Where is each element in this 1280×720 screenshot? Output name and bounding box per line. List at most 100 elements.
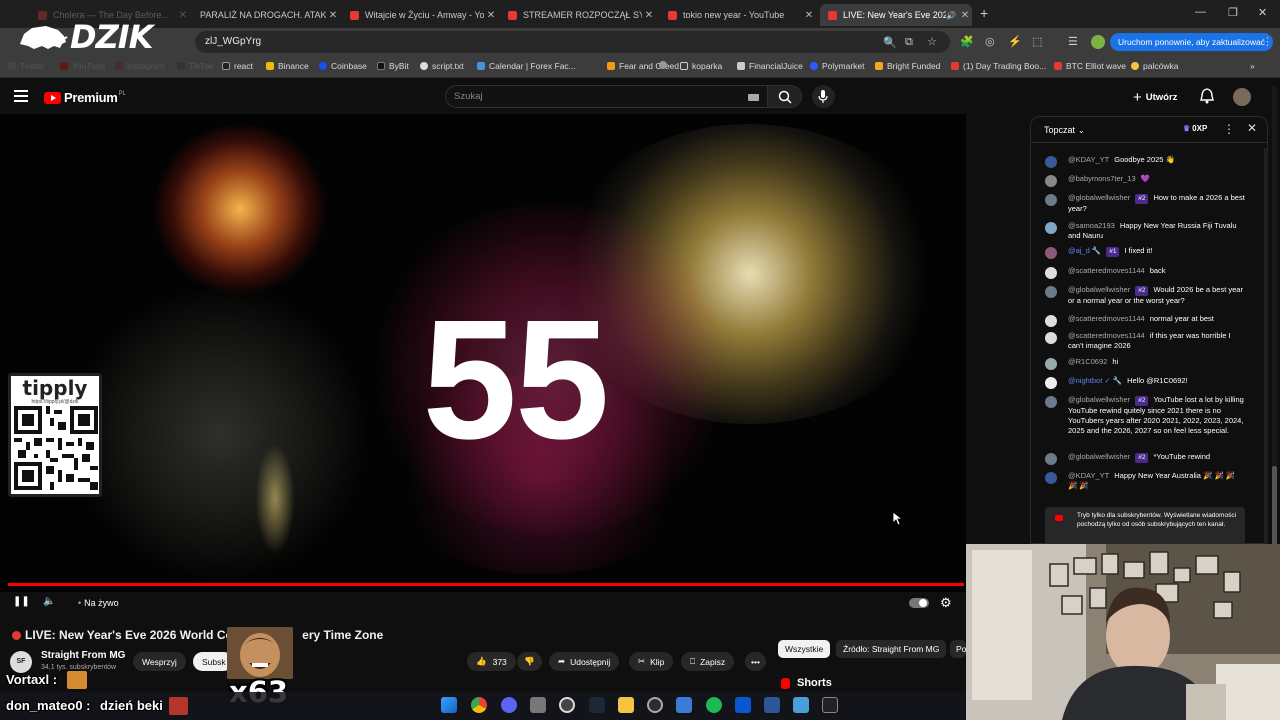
bookmark-item[interactable]: YouTube <box>60 61 105 71</box>
steam-icon[interactable] <box>589 697 605 713</box>
tab-close-icon[interactable]: ✕ <box>958 10 972 21</box>
tab-close-icon[interactable]: ✕ <box>484 10 498 21</box>
minimize-icon[interactable]: — <box>1195 6 1206 18</box>
bookmark-item[interactable]: Calendar | Forex Fac... <box>477 61 576 71</box>
pause-button[interactable]: ❚❚ <box>13 596 30 607</box>
voice-search-button[interactable] <box>812 85 835 108</box>
autoplay-toggle[interactable] <box>909 598 929 608</box>
obs-icon[interactable] <box>559 697 575 713</box>
bookmark-folder[interactable]: koparka <box>680 61 722 71</box>
window-close-icon[interactable]: ✕ <box>1258 6 1267 19</box>
youtube-logo[interactable]: Premium PL <box>44 90 126 105</box>
page-scrollbar-thumb[interactable] <box>1272 466 1277 546</box>
maximize-icon[interactable]: ❐ <box>1228 6 1238 19</box>
file-explorer-icon[interactable] <box>618 697 634 713</box>
support-button[interactable]: Wesprzyj <box>133 652 186 671</box>
app-icon[interactable] <box>793 697 809 713</box>
extensions-menu-icon[interactable]: ⬚ <box>1032 35 1042 48</box>
browser-tab-2[interactable]: PARALIŻ NA DROGACH. ATAK Z ✕ <box>192 4 340 26</box>
bookmark-item[interactable]: Binance <box>266 61 309 71</box>
discord-icon[interactable] <box>501 697 517 713</box>
bookmark-item[interactable]: Coinbase <box>319 61 367 71</box>
member-badge: #2 <box>1135 396 1149 406</box>
bookmark-item[interactable]: Twitter <box>8 61 45 71</box>
clip-button[interactable]: ✂ Klip <box>629 652 674 671</box>
address-bar[interactable]: zlJ_WGpYrg 🔍 ⧉ ☆ <box>195 31 950 53</box>
app-icon[interactable] <box>735 697 751 713</box>
update-button[interactable]: Uruchom ponownie, aby zaktualizować <box>1110 33 1273 51</box>
tab-close-icon[interactable]: ✕ <box>176 10 190 21</box>
extension-icon[interactable]: ⚡ <box>1008 35 1022 48</box>
chat-close-icon[interactable]: ✕ <box>1247 121 1257 135</box>
bookmark-item[interactable]: palcówka <box>1131 61 1178 71</box>
zoom-icon[interactable]: 🔍 <box>883 36 897 49</box>
filter-chip-all[interactable]: Wszystkie <box>778 640 831 658</box>
channel-name[interactable]: Straight From MG <box>41 650 125 661</box>
video-progress-bar[interactable] <box>8 583 964 586</box>
keyboard-icon[interactable] <box>748 94 759 101</box>
dislike-button[interactable]: 👎 <box>517 652 542 671</box>
profile-avatar-icon[interactable] <box>1091 35 1105 49</box>
bookmark-item[interactable]: (1) Day Trading Boo... <box>951 61 1046 71</box>
search-button[interactable] <box>768 85 802 108</box>
menu-icon[interactable] <box>14 90 28 102</box>
browser-tab-4[interactable]: STREAMER ROZPOCZĄŁ SYLWE✕ <box>500 4 656 26</box>
app-icon[interactable] <box>647 697 663 713</box>
video-player[interactable]: 55 tipply https://tipply.pl/@dzik <box>0 114 966 592</box>
new-tab-icon[interactable]: + <box>980 5 988 21</box>
tab-close-icon[interactable]: ✕ <box>642 10 656 21</box>
share-button[interactable]: ➦ Udostępnij <box>549 652 620 671</box>
chrome-icon[interactable] <box>471 697 487 713</box>
bookmark-item[interactable]: Polymarket <box>810 61 865 71</box>
tab-audio-icon[interactable]: 🔊 <box>946 11 956 20</box>
more-actions-button[interactable]: ••• <box>745 652 766 671</box>
reading-list-icon[interactable]: ☰ <box>1068 35 1078 48</box>
filter-chip-more[interactable]: Po <box>950 640 966 658</box>
bookmark-item[interactable]: FinancialJuice <box>737 61 803 71</box>
volume-button[interactable]: 🔈 <box>43 596 55 607</box>
bookmark-item[interactable]: Instagram <box>115 61 165 71</box>
bookmark-item[interactable]: TikTok <box>177 61 213 71</box>
filter-chip-source[interactable]: Źródło: Straight From MG <box>836 640 947 658</box>
cast-icon[interactable]: ⧉ <box>905 36 913 49</box>
save-button[interactable]: ⎕ Zapisz <box>681 652 735 671</box>
bookmark-item[interactable]: ByBit <box>377 61 409 71</box>
bookmark-item[interactable]: Bright Funded <box>875 61 940 71</box>
browser-menu-icon[interactable]: ⋮ <box>1262 35 1273 48</box>
chat-mode-dropdown[interactable]: Topczat ⌄ <box>1044 125 1085 135</box>
bookmark-item[interactable]: BTC Elliot wave <box>1054 61 1126 71</box>
chat-scrollbar[interactable] <box>1264 148 1268 544</box>
bookmarks-overflow-icon[interactable]: » <box>1250 61 1255 71</box>
app-icon[interactable] <box>530 697 546 713</box>
windows-start-icon[interactable] <box>441 697 457 713</box>
app-icon[interactable] <box>676 697 692 713</box>
bookmark-item[interactable] <box>659 61 671 69</box>
channel-avatar[interactable]: SF MG <box>10 651 32 687</box>
browser-tab-5[interactable]: tokio new year - YouTube ✕ <box>660 4 816 26</box>
settings-gear-icon[interactable]: ⚙ <box>940 595 952 611</box>
live-indicator[interactable]: Na żywo <box>78 598 119 608</box>
tab-close-icon[interactable]: ✕ <box>326 10 340 21</box>
user-avatar <box>1045 156 1057 168</box>
app-icon[interactable] <box>764 697 780 713</box>
extension-icon[interactable]: 🧩 <box>960 35 974 48</box>
chat-header: Topczat ⌄ ♛ 0XP ⋮ ✕ <box>1031 117 1267 143</box>
youtube-icon <box>1055 515 1063 521</box>
bookmark-star-icon[interactable]: ☆ <box>927 35 937 48</box>
search-input[interactable] <box>454 91 734 102</box>
browser-tab-3[interactable]: Witajcie w Życiu - Amway - You ✕ <box>342 4 498 26</box>
spotify-icon[interactable] <box>706 697 722 713</box>
create-button[interactable]: + Utwórz <box>1133 88 1177 107</box>
terminal-icon[interactable] <box>822 697 838 713</box>
like-button[interactable]: 👍 373 <box>467 652 516 671</box>
chat-more-icon[interactable]: ⋮ <box>1223 122 1235 136</box>
bookmark-item[interactable]: script.txt <box>420 61 464 71</box>
bookmark-item[interactable]: react <box>222 61 253 71</box>
browser-tab-active[interactable]: LIVE: New Year's Eve 202 🔊 ✕ <box>820 4 972 26</box>
notifications-bell-icon[interactable] <box>1200 88 1214 104</box>
xp-badge[interactable]: ♛ 0XP <box>1183 124 1207 133</box>
tab-close-icon[interactable]: ✕ <box>802 10 816 21</box>
extension-icon[interactable]: ◎ <box>985 35 995 48</box>
account-avatar[interactable] <box>1233 88 1251 106</box>
thumbs-up-icon: 👍 <box>476 656 487 666</box>
